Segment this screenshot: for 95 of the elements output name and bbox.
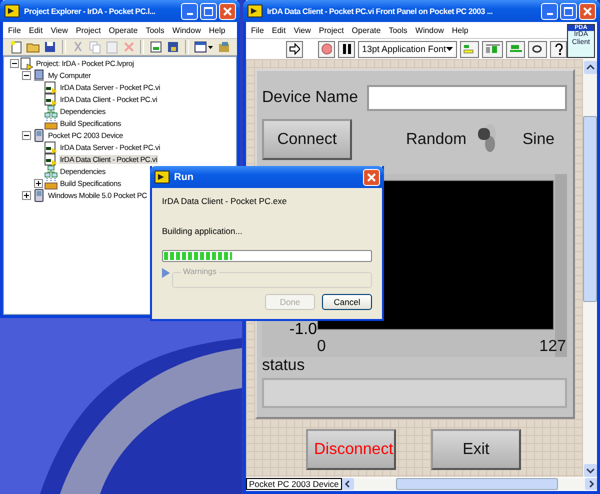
expander-icon[interactable]	[34, 178, 43, 188]
scroll-up-icon[interactable]	[584, 61, 596, 74]
menu-item[interactable]: Tools	[146, 26, 164, 34]
scroll-down-icon[interactable]	[584, 464, 596, 477]
pause-icon	[341, 43, 352, 55]
scroll-left-icon[interactable]	[342, 478, 354, 490]
vi-icon[interactable]	[149, 40, 164, 54]
dialog-title: Run	[174, 172, 194, 182]
dialog-button[interactable]: Cancel	[322, 294, 372, 310]
device-name-label: Device Name	[262, 89, 358, 107]
maximize-icon	[564, 6, 573, 16]
vertical-scrollbar[interactable]	[583, 59, 597, 477]
warnings-label: Warnings	[181, 267, 218, 276]
file-name-text: IrDA Data Client - Pocket PC.exe	[162, 196, 288, 206]
axis-tick-label: 127	[539, 338, 566, 356]
reorder-icon	[530, 43, 544, 55]
abort-button[interactable]	[318, 40, 335, 58]
menu-item[interactable]: Edit	[272, 26, 286, 34]
disclosure-triangle-icon[interactable]	[162, 268, 170, 278]
save-icon[interactable]	[42, 40, 57, 54]
build-icon[interactable]	[166, 40, 180, 54]
menu-item[interactable]: Tools	[388, 26, 408, 34]
app-icon	[4, 4, 20, 18]
scroll-right-icon[interactable]	[585, 478, 597, 490]
close-icon	[223, 6, 232, 16]
close-button[interactable]	[579, 2, 596, 20]
app-icon	[154, 170, 170, 184]
reorder-dropdown[interactable]	[528, 40, 547, 58]
menu-item[interactable]: Project	[318, 26, 344, 34]
window-title: Project Explorer - IrDA - Pocket PC.l...	[24, 6, 156, 16]
expander-icon[interactable]	[22, 130, 31, 140]
dependencies-icon	[44, 104, 58, 118]
vi-file-icon	[44, 80, 58, 94]
resize-icon	[508, 43, 522, 55]
axis-tick-label: -1.0	[288, 321, 317, 339]
align-icon	[463, 43, 476, 55]
build-icon	[44, 176, 58, 190]
new-file-icon[interactable]	[9, 40, 23, 54]
toggle-label: Random	[406, 130, 466, 148]
vi-file-icon	[44, 92, 58, 106]
menu-item[interactable]: Window	[172, 26, 201, 34]
connect-button[interactable]: Connect	[262, 119, 352, 160]
help-icon	[554, 43, 564, 55]
menu-item[interactable]: Operate	[352, 26, 381, 34]
arrow-icon	[289, 43, 300, 55]
maximize-button[interactable]	[200, 2, 217, 20]
close-button[interactable]	[363, 168, 380, 186]
status-label: status	[262, 357, 306, 375]
expander-icon[interactable]	[22, 190, 31, 200]
font-dropdown[interactable]: 13pt Application Font	[358, 40, 458, 58]
menu-item[interactable]: Operate	[108, 26, 138, 34]
caret-icon	[446, 47, 454, 51]
help-button[interactable]	[550, 40, 567, 58]
minimize-button[interactable]	[181, 2, 198, 20]
device-name-field[interactable]	[367, 85, 567, 111]
menu-item[interactable]: Help	[452, 26, 468, 34]
resize-dropdown[interactable]	[506, 40, 525, 58]
toggle-label: Sine	[522, 130, 555, 148]
status-message: Building application...	[162, 226, 244, 236]
handheld-device-icon	[32, 128, 46, 142]
menu-item[interactable]: View	[294, 26, 311, 34]
distribute-dropdown[interactable]	[482, 40, 503, 58]
target-label: Pocket PC 2003 Device	[246, 478, 342, 490]
panel-button[interactable]: Exit	[431, 429, 521, 470]
align-dropdown[interactable]	[460, 40, 480, 58]
horizontal-scrollbar[interactable]	[342, 478, 597, 490]
close-icon	[583, 6, 592, 16]
dependencies-icon	[44, 164, 58, 178]
expander-icon[interactable]	[22, 70, 31, 80]
pause-button[interactable]	[338, 40, 355, 58]
view-dropdown-icon[interactable]	[194, 40, 214, 54]
maximize-button[interactable]	[560, 2, 577, 20]
computer-icon	[32, 68, 46, 82]
menu-item[interactable]: File	[8, 26, 21, 34]
axis-tick-label: 0	[317, 338, 326, 356]
close-icon	[367, 172, 376, 182]
vi-file-icon	[44, 152, 58, 166]
window-title: IrDA Data Client - Pocket PC.vi Front Panel on Pocket PC 2003 ...	[267, 6, 494, 16]
menu-item[interactable]: File	[251, 26, 264, 34]
expander-icon[interactable]	[10, 58, 19, 68]
build-icon	[44, 116, 58, 130]
menu-item[interactable]: Help	[208, 26, 226, 34]
vi-file-icon	[44, 140, 58, 154]
maximize-icon	[204, 6, 213, 16]
run-button[interactable]	[286, 40, 303, 58]
app-icon	[247, 4, 263, 18]
stop-icon	[321, 43, 332, 55]
menu-item[interactable]: View	[50, 26, 68, 34]
minimize-button[interactable]	[541, 2, 558, 20]
close-button[interactable]	[219, 2, 236, 20]
menu-item[interactable]: Project	[76, 26, 101, 34]
menu-item[interactable]: Edit	[28, 26, 43, 34]
handheld-device-icon	[32, 188, 46, 202]
distribute-icon	[485, 43, 500, 55]
menu-item[interactable]: Window	[415, 26, 444, 34]
